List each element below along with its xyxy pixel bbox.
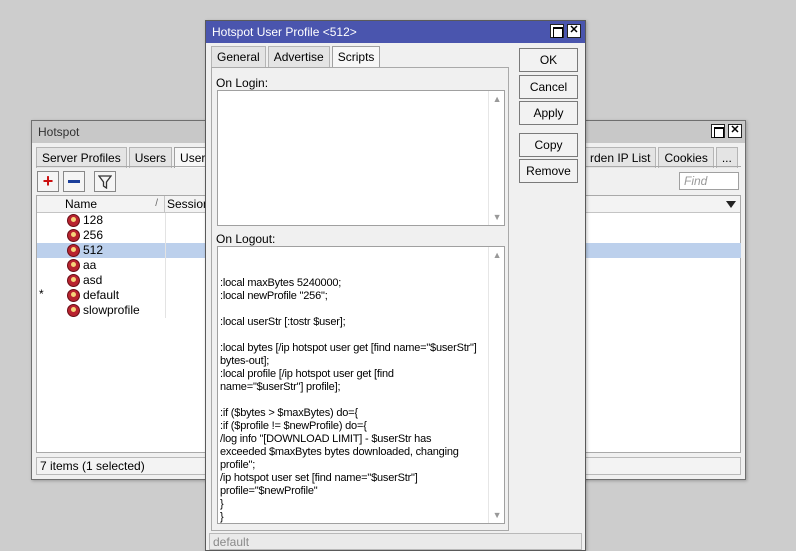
plus-icon: +: [42, 171, 54, 191]
ok-button[interactable]: OK: [519, 48, 578, 72]
hotspot-tabs-right: rden IP List Cookies ...: [584, 147, 740, 168]
profile-icon: [67, 289, 80, 302]
tab-walled-garden-ip-list[interactable]: rden IP List: [584, 147, 657, 168]
column-header-session[interactable]: Session: [167, 196, 210, 212]
filter-button[interactable]: [94, 171, 116, 192]
column-separator: [165, 243, 166, 258]
profile-name: 256: [83, 228, 104, 242]
find-input[interactable]: Find: [679, 172, 739, 190]
tab-users[interactable]: Users: [128, 147, 173, 168]
profile-name: 128: [83, 213, 104, 227]
minus-icon: [68, 180, 80, 183]
profile-name: 512: [83, 243, 104, 257]
filter-icon: [98, 175, 112, 189]
dialog-title: Hotspot User Profile <512>: [212, 25, 357, 39]
tab-general[interactable]: General: [211, 46, 266, 67]
dialog-status-text: default: [213, 535, 250, 549]
profile-icon: [67, 304, 80, 317]
profile-name: slowprofile: [83, 303, 140, 317]
close-icon[interactable]: ✕: [567, 24, 581, 38]
scroll-down-icon[interactable]: ▼: [492, 212, 502, 222]
tab-scripts[interactable]: Scripts: [331, 46, 381, 67]
profile-icon: [67, 229, 80, 242]
scroll-up-icon[interactable]: ▲: [492, 250, 502, 260]
scroll-down-icon[interactable]: ▼: [492, 510, 502, 520]
apply-button[interactable]: Apply: [519, 101, 578, 125]
tab-advertise[interactable]: Advertise: [267, 46, 330, 67]
scripts-panel: On Login: ▲ ▼ On Logout: :local maxBytes…: [211, 67, 509, 531]
find-placeholder: Find: [684, 174, 708, 188]
profile-icon: [67, 244, 80, 257]
on-logout-scrollbar[interactable]: ▲ ▼: [488, 247, 504, 523]
profile-icon: [67, 214, 80, 227]
on-login-label: On Login:: [216, 76, 269, 90]
profile-icon: [67, 259, 80, 272]
column-separator: [165, 213, 166, 228]
user-profile-dialog: Hotspot User Profile <512> ✕ General Adv…: [205, 20, 586, 551]
maximize-icon[interactable]: [711, 124, 725, 138]
column-separator: [165, 288, 166, 303]
scroll-up-icon[interactable]: ▲: [492, 94, 502, 104]
profile-name: aa: [83, 258, 97, 272]
remove-profile-button[interactable]: Remove: [519, 159, 578, 183]
close-icon[interactable]: ✕: [728, 124, 742, 138]
remove-button[interactable]: [63, 171, 85, 192]
tab-cookies[interactable]: Cookies: [658, 147, 714, 168]
default-marker: *: [39, 287, 44, 301]
dialog-titlebar[interactable]: Hotspot User Profile <512> ✕: [206, 21, 585, 43]
on-login-scrollbar[interactable]: ▲ ▼: [488, 91, 504, 225]
profile-name: default: [83, 288, 120, 302]
column-separator: [165, 258, 166, 273]
tab-more[interactable]: ...: [715, 147, 738, 168]
hotspot-title: Hotspot: [38, 125, 80, 139]
sort-arrow-icon: /: [155, 198, 158, 209]
cancel-button[interactable]: Cancel: [519, 75, 578, 99]
tab-server-profiles[interactable]: Server Profiles: [36, 147, 127, 168]
copy-button[interactable]: Copy: [519, 133, 578, 157]
maximize-icon[interactable]: [550, 24, 564, 38]
dialog-tabs: General Advertise Scripts: [211, 46, 382, 67]
column-chooser-icon[interactable]: [726, 201, 736, 208]
column-separator: [165, 228, 166, 243]
on-logout-value: :local maxBytes 5240000; :local newProfi…: [220, 277, 477, 523]
on-login-textarea[interactable]: ▲ ▼: [217, 90, 505, 226]
dialog-status-bar: default: [209, 533, 582, 550]
profile-icon: [67, 274, 80, 287]
column-separator: [165, 303, 166, 318]
status-text: 7 items (1 selected): [40, 459, 145, 473]
profile-name: asd: [83, 273, 103, 287]
column-header-name[interactable]: Name /: [37, 196, 165, 213]
column-separator: [165, 273, 166, 288]
on-logout-textarea[interactable]: :local maxBytes 5240000; :local newProfi…: [217, 246, 505, 524]
add-button[interactable]: +: [37, 171, 59, 192]
on-logout-label: On Logout:: [216, 232, 276, 246]
